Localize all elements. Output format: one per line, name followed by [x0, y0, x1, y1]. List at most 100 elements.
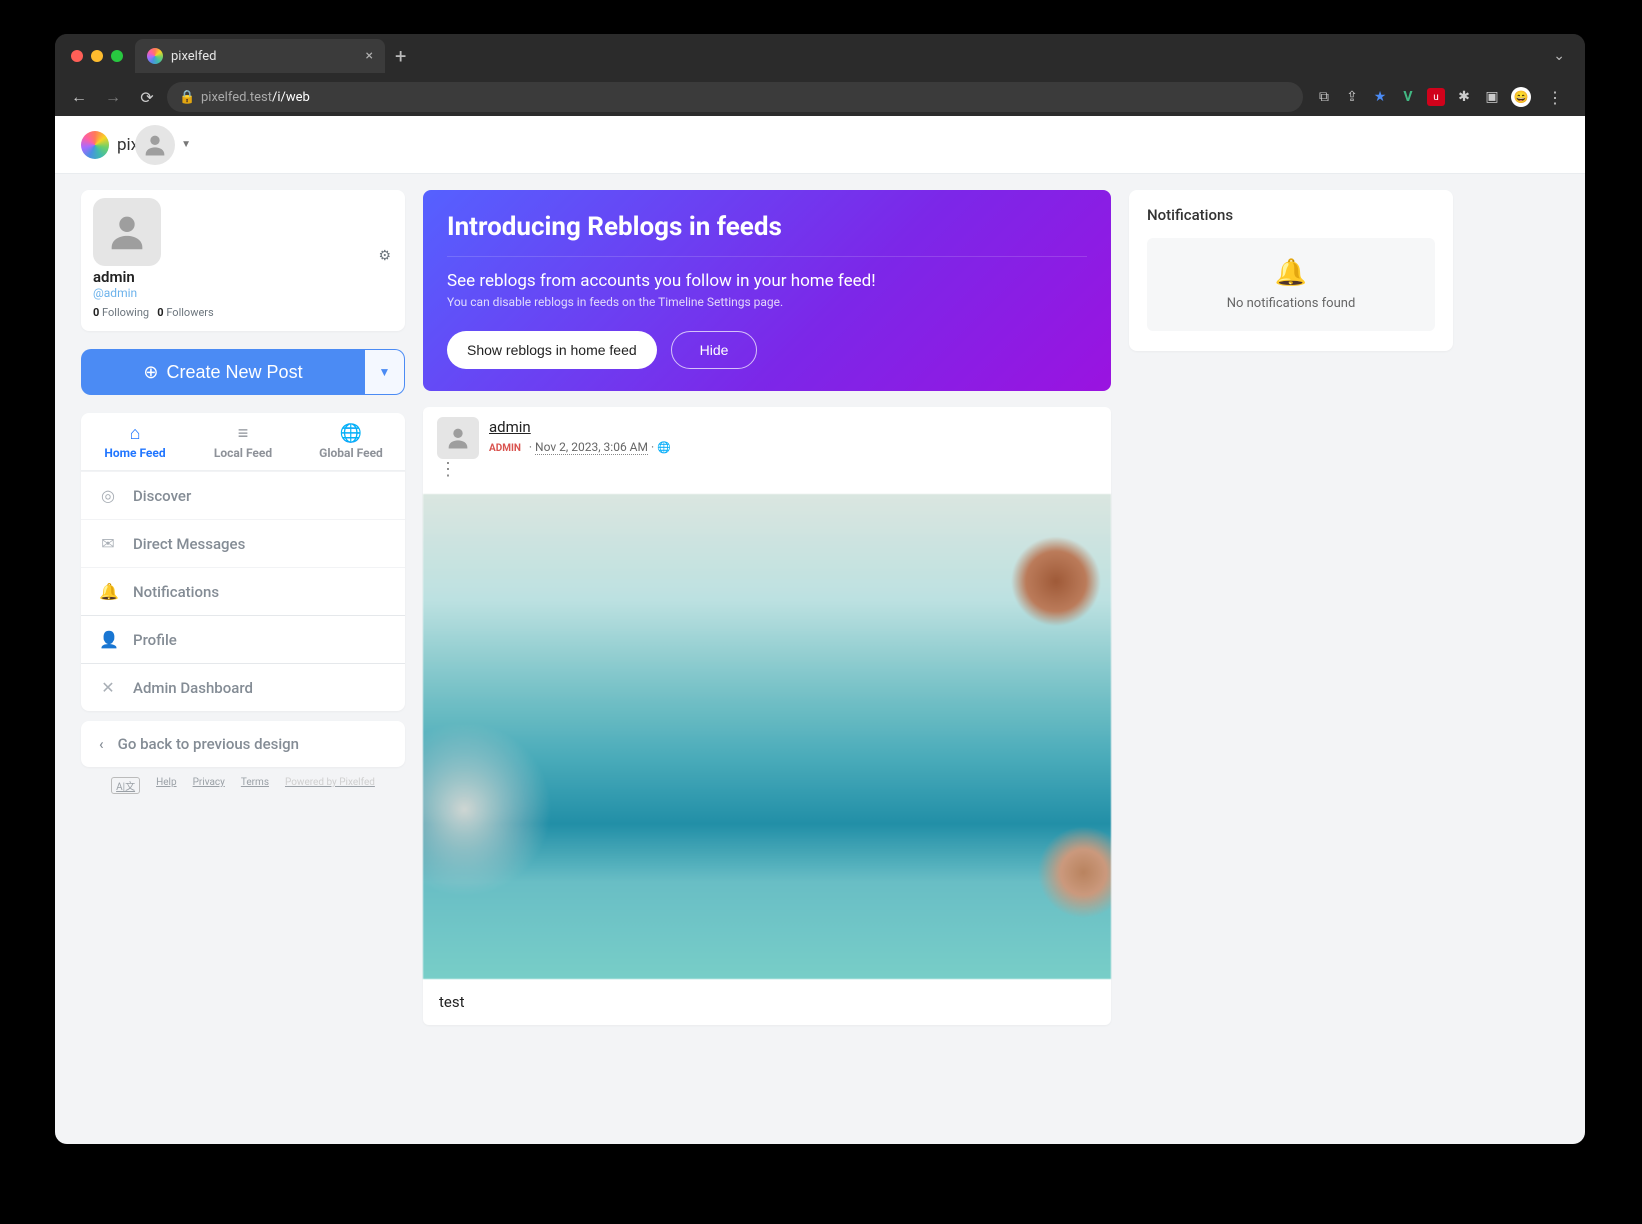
following-label: Following: [102, 306, 149, 319]
menu-discover-label: Discover: [133, 487, 191, 505]
banner-subtitle: See reblogs from accounts you follow in …: [447, 271, 1087, 291]
open-new-icon[interactable]: ⧉: [1315, 88, 1333, 106]
notifications-empty-text: No notifications found: [1157, 296, 1425, 311]
forward-button[interactable]: →: [99, 87, 127, 107]
profile-name: admin: [93, 268, 393, 286]
ublock-icon[interactable]: u: [1427, 88, 1445, 106]
reload-button[interactable]: ⟳: [133, 88, 161, 107]
profile-avatar[interactable]: [93, 198, 161, 266]
followers-count: 0: [157, 306, 163, 319]
post-timestamp[interactable]: Nov 2, 2023, 3:06 AM: [535, 440, 648, 455]
back-button[interactable]: ←: [65, 87, 93, 107]
header-avatar[interactable]: [135, 125, 175, 165]
address-bar: ← → ⟳ 🔒 pixelfed.test/i/web ⧉ ⇪ ★ V u ✱ …: [55, 78, 1585, 116]
post-caption: test: [423, 979, 1111, 1025]
profile-avatar-icon[interactable]: 😄: [1511, 87, 1531, 107]
tab-global-feed[interactable]: 🌐 Global Feed: [297, 413, 405, 470]
tab-favicon: [147, 48, 163, 64]
menu-admin-label: Admin Dashboard: [133, 679, 253, 697]
notifications-card: Notifications 🔔 No notifications found: [1129, 190, 1453, 351]
create-post-row: ⊕ Create New Post ▼: [81, 349, 405, 395]
maximize-window[interactable]: [111, 50, 123, 62]
tab-bar: pixelfed × + ⌄: [55, 34, 1585, 78]
language-selector[interactable]: A|文: [111, 777, 140, 794]
menu-profile[interactable]: 👤 Profile: [81, 615, 405, 663]
create-post-dropdown[interactable]: ▼: [365, 349, 405, 395]
profile-handle[interactable]: @admin: [93, 286, 393, 300]
menu-notifications[interactable]: 🔔 Notifications: [81, 567, 405, 615]
extension-icons: ⧉ ⇪ ★ V u ✱ ▣ 😄 ⋮: [1309, 87, 1575, 107]
visibility-public-icon: 🌐: [657, 441, 671, 454]
menu-discover[interactable]: ◎ Discover: [81, 471, 405, 519]
browser-menu-icon[interactable]: ⋮: [1541, 88, 1569, 107]
tab-overflow-icon[interactable]: ⌄: [1543, 48, 1575, 64]
tab-local-feed[interactable]: ≡ Local Feed: [189, 413, 297, 470]
go-back-label: Go back to previous design: [118, 735, 299, 753]
window-controls[interactable]: [65, 50, 131, 62]
close-tab-icon[interactable]: ×: [366, 48, 373, 64]
tab-title: pixelfed: [171, 49, 216, 64]
post-meta: · Nov 2, 2023, 3:06 AM · 🌐: [529, 440, 671, 454]
url-path: /i/web: [272, 90, 310, 105]
minimize-window[interactable]: [91, 50, 103, 62]
tab-local-label: Local Feed: [214, 446, 272, 460]
following-count: 0: [93, 306, 99, 319]
url-host: pixelfed.test: [201, 90, 272, 105]
sidebar-menu-card: ⌂ Home Feed ≡ Local Feed 🌐 Global Feed: [81, 413, 405, 711]
profile-card: ⚙ admin @admin 0 Following 0 Followers: [81, 190, 405, 331]
close-window[interactable]: [71, 50, 83, 62]
menu-direct-messages[interactable]: ✉ Direct Messages: [81, 519, 405, 567]
extensions-puzzle-icon[interactable]: ✱: [1455, 88, 1473, 106]
post-image[interactable]: [423, 494, 1111, 979]
hide-banner-button[interactable]: Hide: [671, 331, 758, 369]
announcement-banner: Introducing Reblogs in feeds See reblogs…: [423, 190, 1111, 391]
user-icon: 👤: [99, 630, 117, 649]
right-column: Notifications 🔔 No notifications found: [1129, 190, 1453, 1025]
post-author-badge: ADMIN: [489, 443, 521, 454]
chevron-left-icon: ‹: [99, 735, 104, 753]
globe-icon: 🌐: [301, 423, 401, 444]
panel-icon[interactable]: ▣: [1483, 88, 1501, 106]
new-tab-button[interactable]: +: [385, 44, 416, 68]
home-icon: ⌂: [85, 423, 185, 444]
footer-terms[interactable]: Terms: [241, 777, 269, 794]
create-post-button[interactable]: ⊕ Create New Post: [81, 349, 365, 395]
banner-buttons: Show reblogs in home feed Hide: [447, 331, 1087, 369]
feed-tabs: ⌂ Home Feed ≡ Local Feed 🌐 Global Feed: [81, 413, 405, 471]
post-author-avatar[interactable]: [437, 417, 479, 459]
footer-help[interactable]: Help: [156, 777, 176, 794]
footer-powered[interactable]: Powered by Pixelfed: [285, 777, 375, 794]
settings-gear-icon[interactable]: ⚙: [378, 248, 391, 264]
list-icon: ≡: [193, 423, 293, 444]
envelope-icon: ✉: [99, 534, 117, 553]
notifications-title: Notifications: [1147, 206, 1435, 224]
browser-window: pixelfed × + ⌄ ← → ⟳ 🔒 pixelfed.test/i/w…: [55, 34, 1585, 1144]
site-header: pix ▼: [55, 116, 1585, 174]
show-reblogs-button[interactable]: Show reblogs in home feed: [447, 331, 657, 369]
go-back-button[interactable]: ‹ Go back to previous design: [81, 721, 405, 767]
tab-home-label: Home Feed: [104, 446, 165, 460]
tools-icon: ✕: [99, 678, 117, 697]
footer-privacy[interactable]: Privacy: [193, 777, 225, 794]
vue-devtools-icon[interactable]: V: [1399, 88, 1417, 106]
share-icon[interactable]: ⇪: [1343, 88, 1361, 106]
followers-label: Followers: [166, 306, 213, 319]
menu-admin-dashboard[interactable]: ✕ Admin Dashboard: [81, 663, 405, 711]
post-menu-icon[interactable]: ⋮: [437, 455, 451, 484]
tab-home-feed[interactable]: ⌂ Home Feed: [81, 413, 189, 470]
browser-tab[interactable]: pixelfed ×: [135, 39, 385, 73]
post-author-name[interactable]: admin: [489, 418, 531, 436]
menu-profile-label: Profile: [133, 631, 177, 649]
bell-outline-icon: 🔔: [1157, 258, 1425, 288]
post-card: admin ADMIN · Nov 2, 2023, 3:06 AM · 🌐 ⋮…: [423, 407, 1111, 1025]
profile-stats: 0 Following 0 Followers: [93, 306, 393, 319]
user-menu-caret-icon[interactable]: ▼: [181, 139, 191, 150]
notifications-empty: 🔔 No notifications found: [1147, 238, 1435, 331]
banner-note: You can disable reblogs in feeds on the …: [447, 295, 1087, 309]
bookmark-star-icon[interactable]: ★: [1371, 88, 1389, 106]
url-field[interactable]: 🔒 pixelfed.test/i/web: [167, 82, 1303, 112]
left-column: ⚙ admin @admin 0 Following 0 Followers ⊕…: [81, 190, 405, 1025]
post-header: admin ADMIN · Nov 2, 2023, 3:06 AM · 🌐 ⋮: [423, 407, 1111, 494]
site-logo[interactable]: [81, 131, 109, 159]
main-column: Introducing Reblogs in feeds See reblogs…: [423, 190, 1111, 1025]
